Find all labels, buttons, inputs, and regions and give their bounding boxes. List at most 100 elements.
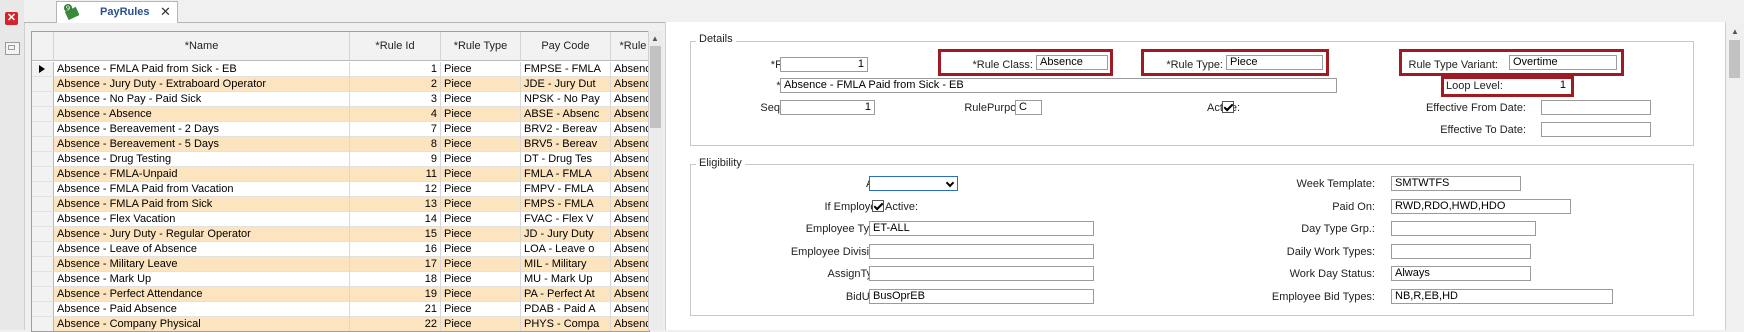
table-row[interactable]: Absence - Bereavement - 2 Days 7 Piece BRV2… xyxy=(32,122,649,137)
cell-rule-class[interactable]: Absence xyxy=(611,167,649,182)
bidunit-group-field[interactable]: BusOprEB xyxy=(869,289,1094,304)
cell-rule-class[interactable]: Absence xyxy=(611,197,649,212)
tab-close-icon[interactable]: ✕ xyxy=(160,4,171,20)
cell-rule-type[interactable]: Piece xyxy=(441,137,521,152)
cell-name[interactable]: Absence - Military Leave xyxy=(54,257,350,272)
cell-rule-type[interactable]: Piece xyxy=(441,212,521,227)
row-selector[interactable] xyxy=(32,122,54,137)
if-employee-active-checkbox[interactable] xyxy=(872,200,884,212)
cell-name[interactable]: Absence - Bereavement - 5 Days xyxy=(54,137,350,152)
column-header-rule-class[interactable]: *Rule Clas xyxy=(611,32,649,61)
cell-name[interactable]: Absence - Jury Duty - Extraboard Operato… xyxy=(54,77,350,92)
cell-rule-id[interactable]: 14 xyxy=(350,212,441,227)
cell-pay-code[interactable]: ABSE - Absenc xyxy=(521,107,611,122)
rule-id-field[interactable]: 1 xyxy=(780,57,868,72)
payrules-grid[interactable]: *Name *Rule Id *Rule Type Pay Code *Rule… xyxy=(31,31,650,332)
cell-rule-id[interactable]: 18 xyxy=(350,272,441,287)
cell-rule-id[interactable]: 11 xyxy=(350,167,441,182)
employee-bid-types-field[interactable]: NB,R,EB,HD xyxy=(1391,289,1613,304)
column-header-pay-code[interactable]: Pay Code xyxy=(521,32,611,61)
row-selector[interactable] xyxy=(32,242,54,257)
table-row[interactable]: Absence - FMLA Paid from Sick 13 Piece FMPS… xyxy=(32,197,649,212)
cell-rule-type[interactable]: Piece xyxy=(441,287,521,302)
cell-pay-code[interactable]: DT - Drug Tes xyxy=(521,152,611,167)
cell-rule-class[interactable]: Absence xyxy=(611,212,649,227)
cell-rule-id[interactable]: 1 xyxy=(350,62,441,77)
cell-rule-type[interactable]: Piece xyxy=(441,257,521,272)
cell-rule-id[interactable]: 4 xyxy=(350,107,441,122)
row-selector[interactable] xyxy=(32,107,54,122)
cell-rule-id[interactable]: 12 xyxy=(350,182,441,197)
cell-pay-code[interactable]: FMPV - FMLA xyxy=(521,182,611,197)
table-row[interactable]: Absence - Paid Absence 21 Piece PDAB - Paid… xyxy=(32,302,649,317)
tab-payrules[interactable]: 9 PayRules ✕ xyxy=(56,1,178,23)
day-type-grp-field[interactable] xyxy=(1391,221,1536,236)
table-row[interactable]: Absence - FMLA-Unpaid 11 Piece FMLA - FMLA A… xyxy=(32,167,649,182)
grid-scrollbar-thumb[interactable] xyxy=(650,46,661,128)
table-row[interactable]: Absence - FMLA Paid from Vacation 12 Piece… xyxy=(32,182,649,197)
table-row[interactable]: Absence - Bereavement - 5 Days 8 Piece BRV5… xyxy=(32,137,649,152)
table-row[interactable]: Absence - No Pay - Paid Sick 3 Piece NPSK -… xyxy=(32,92,649,107)
cell-pay-code[interactable]: MIL - Military xyxy=(521,257,611,272)
agency-id-dropdown[interactable] xyxy=(869,176,958,191)
cell-name[interactable]: Absence - Absence xyxy=(54,107,350,122)
cell-name[interactable]: Absence - FMLA-Unpaid xyxy=(54,167,350,182)
cell-pay-code[interactable]: LOA - Leave o xyxy=(521,242,611,257)
row-selector[interactable] xyxy=(32,152,54,167)
row-selector[interactable] xyxy=(32,287,54,302)
cell-rule-class[interactable]: Absence xyxy=(611,122,649,137)
cell-name[interactable]: Absence - No Pay - Paid Sick xyxy=(54,92,350,107)
row-selector[interactable] xyxy=(32,137,54,152)
cell-rule-type[interactable]: Piece xyxy=(441,92,521,107)
loop-level-field[interactable]: 1 xyxy=(1509,79,1569,94)
cell-rule-class[interactable]: Absence xyxy=(611,107,649,122)
effective-from-field[interactable] xyxy=(1541,100,1651,115)
effective-to-field[interactable] xyxy=(1541,122,1651,137)
cell-rule-class[interactable]: Absence xyxy=(611,242,649,257)
table-row[interactable]: Absence - Drug Testing 9 Piece DT - Drug Te… xyxy=(32,152,649,167)
column-header-name[interactable]: *Name xyxy=(54,32,350,61)
cell-pay-code[interactable]: MU - Mark Up xyxy=(521,272,611,287)
cell-rule-class[interactable]: Absence xyxy=(611,182,649,197)
row-selector[interactable] xyxy=(32,62,54,77)
cell-name[interactable]: Absence - FMLA Paid from Vacation xyxy=(54,182,350,197)
cell-rule-id[interactable]: 9 xyxy=(350,152,441,167)
cell-rule-type[interactable]: Piece xyxy=(441,167,521,182)
name-field[interactable]: Absence - FMLA Paid from Sick - EB xyxy=(780,78,1337,93)
navigation-pane-icon[interactable] xyxy=(5,42,20,55)
row-selector[interactable] xyxy=(32,212,54,227)
close-icon[interactable]: ✕ xyxy=(5,12,18,25)
cell-rule-class[interactable]: Absence xyxy=(611,227,649,242)
table-row[interactable]: Absence - Military Leave 17 Piece MIL - Mil… xyxy=(32,257,649,272)
row-selector[interactable] xyxy=(32,92,54,107)
cell-rule-class[interactable]: Absence xyxy=(611,287,649,302)
cell-pay-code[interactable]: FMPS - FMLA xyxy=(521,197,611,212)
cell-rule-id[interactable]: 17 xyxy=(350,257,441,272)
rule-type-field[interactable]: Piece xyxy=(1226,55,1323,70)
row-selector[interactable] xyxy=(32,77,54,92)
cell-rule-class[interactable]: Absence xyxy=(611,272,649,287)
cell-name[interactable]: Absence - Drug Testing xyxy=(54,152,350,167)
cell-rule-type[interactable]: Piece xyxy=(441,182,521,197)
scroll-up-arrow-icon[interactable]: ▲ xyxy=(651,34,659,43)
paid-on-field[interactable]: RWD,RDO,HWD,HDO xyxy=(1391,199,1571,214)
cell-rule-class[interactable]: Absence xyxy=(611,137,649,152)
panel-scroll-up-arrow-icon[interactable]: ▲ xyxy=(1731,27,1739,36)
cell-name[interactable]: Absence - FMLA Paid from Sick xyxy=(54,197,350,212)
table-row[interactable]: Absence - Absence 4 Piece ABSE - Absenc Abse… xyxy=(32,107,649,122)
cell-rule-id[interactable]: 13 xyxy=(350,197,441,212)
cell-name[interactable]: Absence - Mark Up xyxy=(54,272,350,287)
cell-pay-code[interactable]: FVAC - Flex V xyxy=(521,212,611,227)
row-selector[interactable] xyxy=(32,302,54,317)
column-header-rule-id[interactable]: *Rule Id xyxy=(350,32,441,61)
cell-pay-code[interactable]: FMLA - FMLA xyxy=(521,167,611,182)
table-row[interactable]: Absence - Mark Up 18 Piece MU - Mark Up Abse… xyxy=(32,272,649,287)
cell-name[interactable]: Absence - FMLA Paid from Sick - EB xyxy=(54,62,350,77)
cell-rule-id[interactable]: 8 xyxy=(350,137,441,152)
cell-pay-code[interactable]: BRV2 - Bereav xyxy=(521,122,611,137)
cell-rule-class[interactable]: Absence xyxy=(611,92,649,107)
cell-rule-id[interactable]: 2 xyxy=(350,77,441,92)
cell-pay-code[interactable]: PA - Perfect At xyxy=(521,287,611,302)
cell-rule-class[interactable]: Absence xyxy=(611,302,649,317)
cell-name[interactable]: Absence - Bereavement - 2 Days xyxy=(54,122,350,137)
